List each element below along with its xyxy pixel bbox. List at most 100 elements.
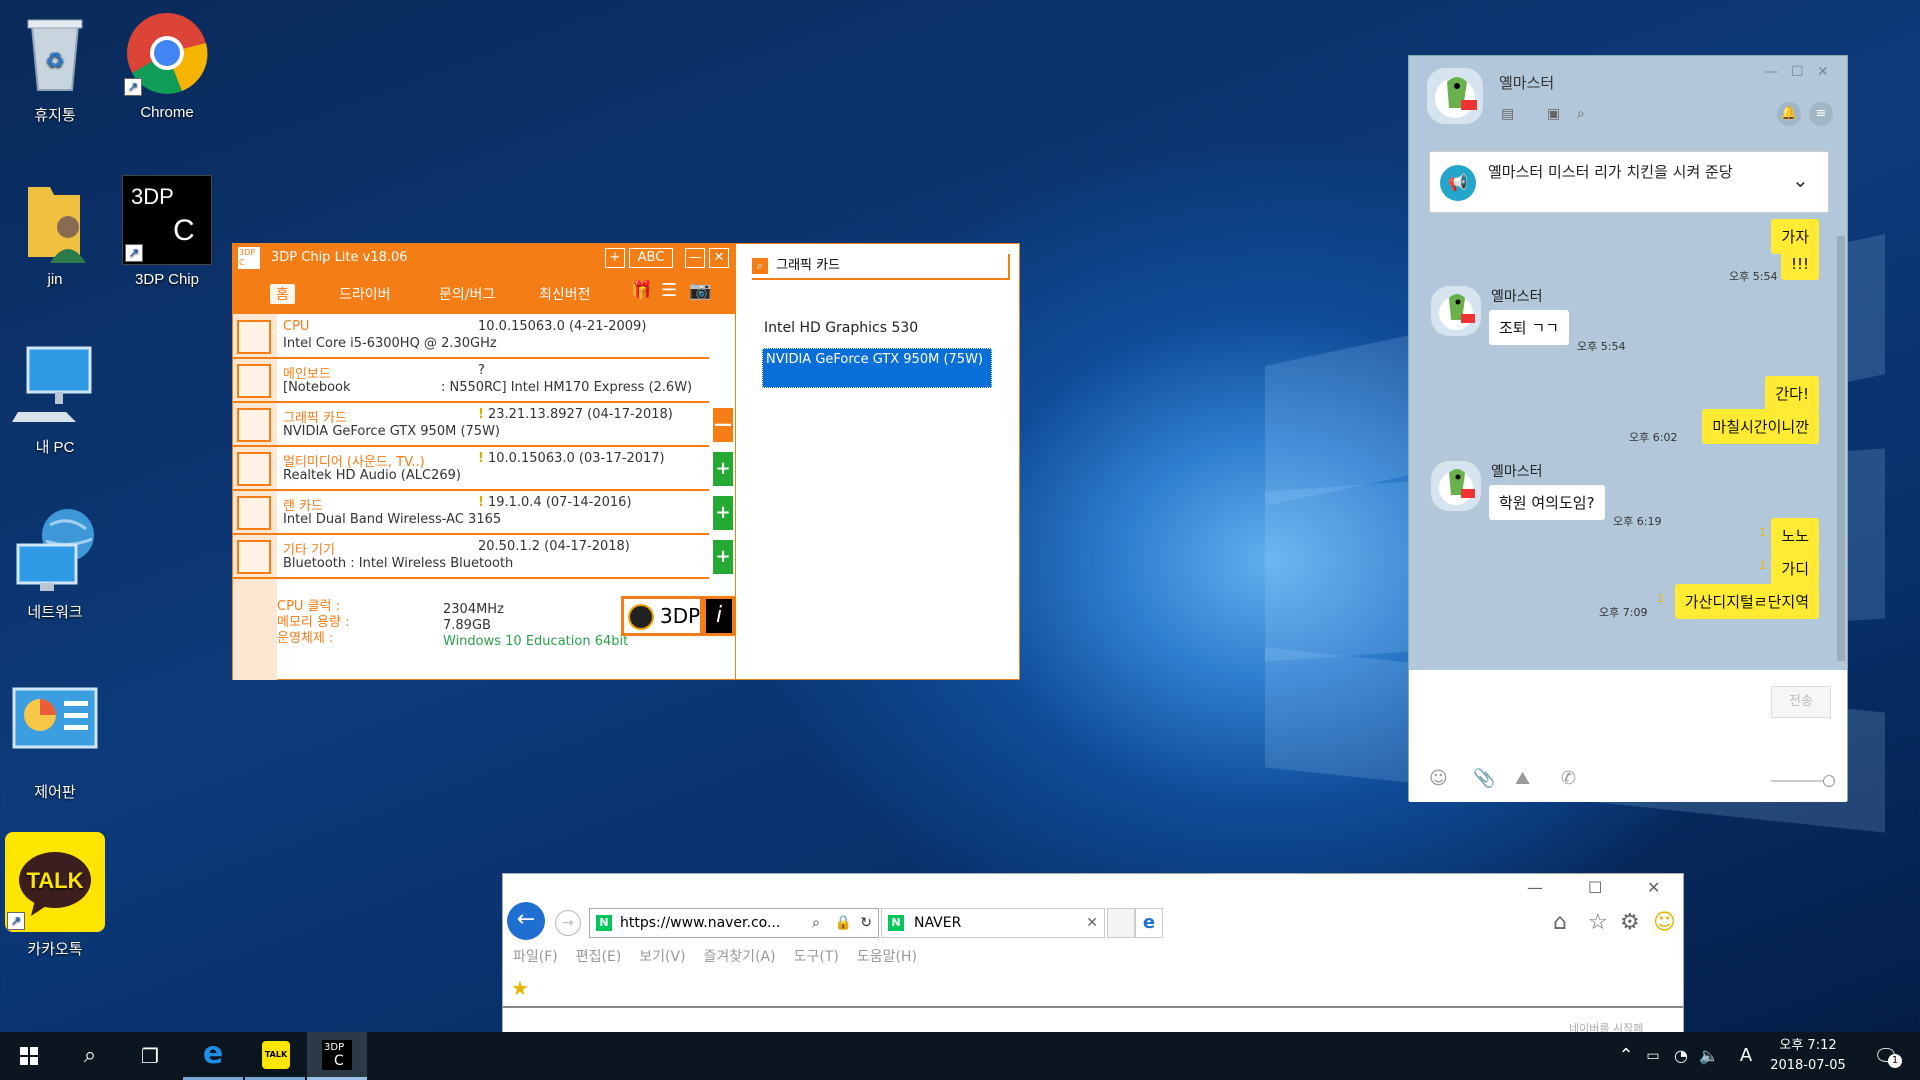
sender-avatar[interactable] <box>1431 461 1481 511</box>
message-bubble[interactable]: !!! <box>1780 248 1819 280</box>
smiley-icon[interactable]: ☺ <box>1653 910 1676 935</box>
menu-favorites[interactable]: 즐겨찾기(A) <box>704 946 776 966</box>
add-favorite-icon[interactable]: ★ <box>511 976 529 1000</box>
menu-tools[interactable]: 도구(T) <box>794 946 839 966</box>
back-button[interactable]: ← <box>507 902 545 940</box>
install-driver-button[interactable]: + <box>713 540 733 574</box>
send-button[interactable]: 전송 <box>1771 686 1831 718</box>
device-row[interactable]: 랜 카드 Intel Dual Band Wireless-AC 3165! 19.… <box>233 492 709 535</box>
tray-chevron-icon[interactable]: ⌃ <box>1614 1032 1638 1080</box>
attach-icon[interactable]: 📎 <box>1473 768 1495 789</box>
update-driver-button[interactable]: — <box>713 408 733 442</box>
minimize-button[interactable]: — <box>685 248 705 268</box>
action-center-icon[interactable]: 🗨 1 <box>1866 1032 1906 1080</box>
volume-icon[interactable]: 🔈 <box>1696 1032 1722 1080</box>
desktop-icon-control-panel[interactable]: 제어판 <box>0 685 110 802</box>
tab-naver[interactable]: N NAVER ✕ <box>881 908 1105 938</box>
message-bubble[interactable]: 가디 <box>1771 551 1819 586</box>
chat-header[interactable]: 옐마스터 ▤ ▣ ⌕ 🔔 ≡ — ☐ ✕ <box>1409 56 1847 148</box>
album-icon[interactable]: ▣ <box>1547 106 1560 122</box>
install-driver-button[interactable]: + <box>713 452 733 486</box>
maximize-button[interactable]: ☐ <box>1791 64 1804 80</box>
message-bubble[interactable]: 학원 여의도임? <box>1489 485 1605 520</box>
desktop-icon-user-folder[interactable]: jin <box>0 175 110 288</box>
taskbar-3dp-chip[interactable]: 3DP C <box>307 1032 367 1080</box>
message-bubble[interactable]: 조퇴 ㄱㄱ <box>1489 310 1569 345</box>
device-desc: NVIDIA GeForce GTX 950M (75W) <box>283 424 500 439</box>
menu-view[interactable]: 보기(V) <box>639 946 685 966</box>
message-bubble[interactable]: 마칠시간이니깐 <box>1702 409 1819 444</box>
forward-button[interactable]: → <box>555 910 581 936</box>
menu-home[interactable]: 홈 <box>270 284 295 304</box>
device-row[interactable]: CPU Intel Core i5-6300HQ @ 2.30GHz 10.0.15… <box>233 316 709 359</box>
gift-icon[interactable]: 🎁 <box>631 280 653 301</box>
device-row[interactable]: 그래픽 카드 NVIDIA GeForce GTX 950M (75W)! 23.2… <box>233 404 709 447</box>
opacity-slider[interactable] <box>1771 775 1835 787</box>
device-row[interactable]: 메인보드 [Notebook?: N550RC] Intel HM170 Expr… <box>233 360 709 403</box>
home-icon[interactable]: ⌂ <box>1553 910 1567 935</box>
close-button[interactable]: ✕ <box>1647 878 1660 897</box>
device-row[interactable]: 기타 기기 Bluetooth : Intel Wireless Bluetoot… <box>233 536 709 579</box>
menu-latest[interactable]: 최신버전 <box>539 284 591 304</box>
address-bar[interactable]: N https://www.naver.co... ⌕ 🔒 ↻ <box>589 908 879 938</box>
search-icon[interactable]: ⌕ <box>812 909 820 937</box>
start-button[interactable] <box>0 1032 60 1080</box>
maximize-button[interactable]: ☐ <box>1588 878 1602 897</box>
task-view-button[interactable]: ❐ <box>120 1032 180 1080</box>
emoticon-icon[interactable]: ☺ <box>1429 768 1448 789</box>
chevron-down-icon[interactable]: ⌄ <box>1792 168 1809 192</box>
desktop-icon-kakaotalk[interactable]: TALK ↗ 카카오톡 <box>0 832 110 959</box>
search-button[interactable]: ⌕ <box>60 1032 120 1080</box>
gpu-item-selected[interactable]: NVIDIA GeForce GTX 950M (75W) <box>762 348 992 388</box>
ime-indicator[interactable]: A <box>1734 1032 1758 1080</box>
sender-avatar[interactable] <box>1431 286 1481 336</box>
tab-close-icon[interactable]: ✕ <box>1086 909 1098 937</box>
message-bubble[interactable]: 가산디지털ㄹ단지역 <box>1674 584 1819 619</box>
message-bubble[interactable]: 간다! <box>1765 376 1819 411</box>
message-bubble[interactable]: 노노 <box>1771 518 1819 553</box>
chat-scrollbar[interactable] <box>1837 236 1845 661</box>
desktop-icon-this-pc[interactable]: 내 PC <box>0 340 110 457</box>
close-button[interactable]: ✕ <box>709 248 729 268</box>
3dp-brand-button[interactable]: 3DP <box>621 596 703 636</box>
ie-logo-icon[interactable]: e <box>1135 908 1163 938</box>
menu-driver[interactable]: 드라이버 <box>339 284 391 304</box>
bell-icon[interactable]: 🔔 <box>1777 102 1801 126</box>
refresh-icon[interactable]: ↻ <box>860 909 872 937</box>
gpu-item[interactable]: Intel HD Graphics 530 <box>764 320 918 336</box>
minimize-button[interactable]: — <box>1527 878 1543 897</box>
image-icon[interactable]: ⛰ <box>1515 768 1530 789</box>
desktop-icon-chrome[interactable]: ↗ Chrome <box>112 8 222 121</box>
battery-icon[interactable]: ▭ <box>1640 1032 1666 1080</box>
menu-edit[interactable]: 편집(E) <box>576 946 622 966</box>
3dp-titlebar[interactable]: 3DP C 3DP Chip Lite v18.06 + ABC — ✕ <box>233 244 735 272</box>
favorites-icon[interactable]: ☆ <box>1588 910 1608 935</box>
desktop-icon-recycle-bin[interactable]: ♻ 휴지통 <box>0 8 110 125</box>
desktop-icon-3dp-chip[interactable]: 3DP C ↗ 3DP Chip <box>112 175 222 288</box>
plus-button[interactable]: + <box>605 248 625 268</box>
clock[interactable]: 오후 7:12 2018-07-05 <box>1760 1036 1856 1076</box>
menu-help[interactable]: 도움말(H) <box>857 946 917 966</box>
menu-icon[interactable]: ≡ <box>1809 102 1833 126</box>
call-icon[interactable]: ✆ <box>1561 768 1576 789</box>
desktop-icon-network[interactable]: 네트워크 <box>0 505 110 622</box>
taskbar-kakaotalk[interactable]: TALK <box>245 1032 305 1080</box>
menu-file[interactable]: 파일(F) <box>513 946 558 966</box>
notice-bar[interactable]: 📢 옐마스터 미스터 리가 치킨을 시켜 준당 ⌄ <box>1429 151 1829 213</box>
minimize-button[interactable]: — <box>1764 64 1778 80</box>
info-icon[interactable]: i <box>703 596 735 636</box>
settings-gear-icon[interactable]: ⚙ <box>1620 910 1640 935</box>
menu-bug[interactable]: 문의/버그 <box>439 284 495 304</box>
new-tab-button[interactable] <box>1107 908 1135 938</box>
search-icon[interactable]: ⌕ <box>1577 106 1585 122</box>
chat-input[interactable] <box>1417 676 1737 756</box>
wifi-icon[interactable]: ◔ <box>1668 1032 1694 1080</box>
device-row[interactable]: 멀티미디어 (사운드, TV..) Realtek HD Audio (ALC26… <box>233 448 709 491</box>
install-driver-button[interactable]: + <box>713 496 733 530</box>
taskbar-ie[interactable]: e <box>183 1032 243 1080</box>
close-button[interactable]: ✕ <box>1817 64 1829 80</box>
notes-icon[interactable]: ▤ <box>1501 106 1514 122</box>
camera-icon[interactable]: 📷 <box>689 280 711 301</box>
list-icon[interactable]: ☰ <box>661 280 677 301</box>
abc-button[interactable]: ABC <box>629 248 673 268</box>
